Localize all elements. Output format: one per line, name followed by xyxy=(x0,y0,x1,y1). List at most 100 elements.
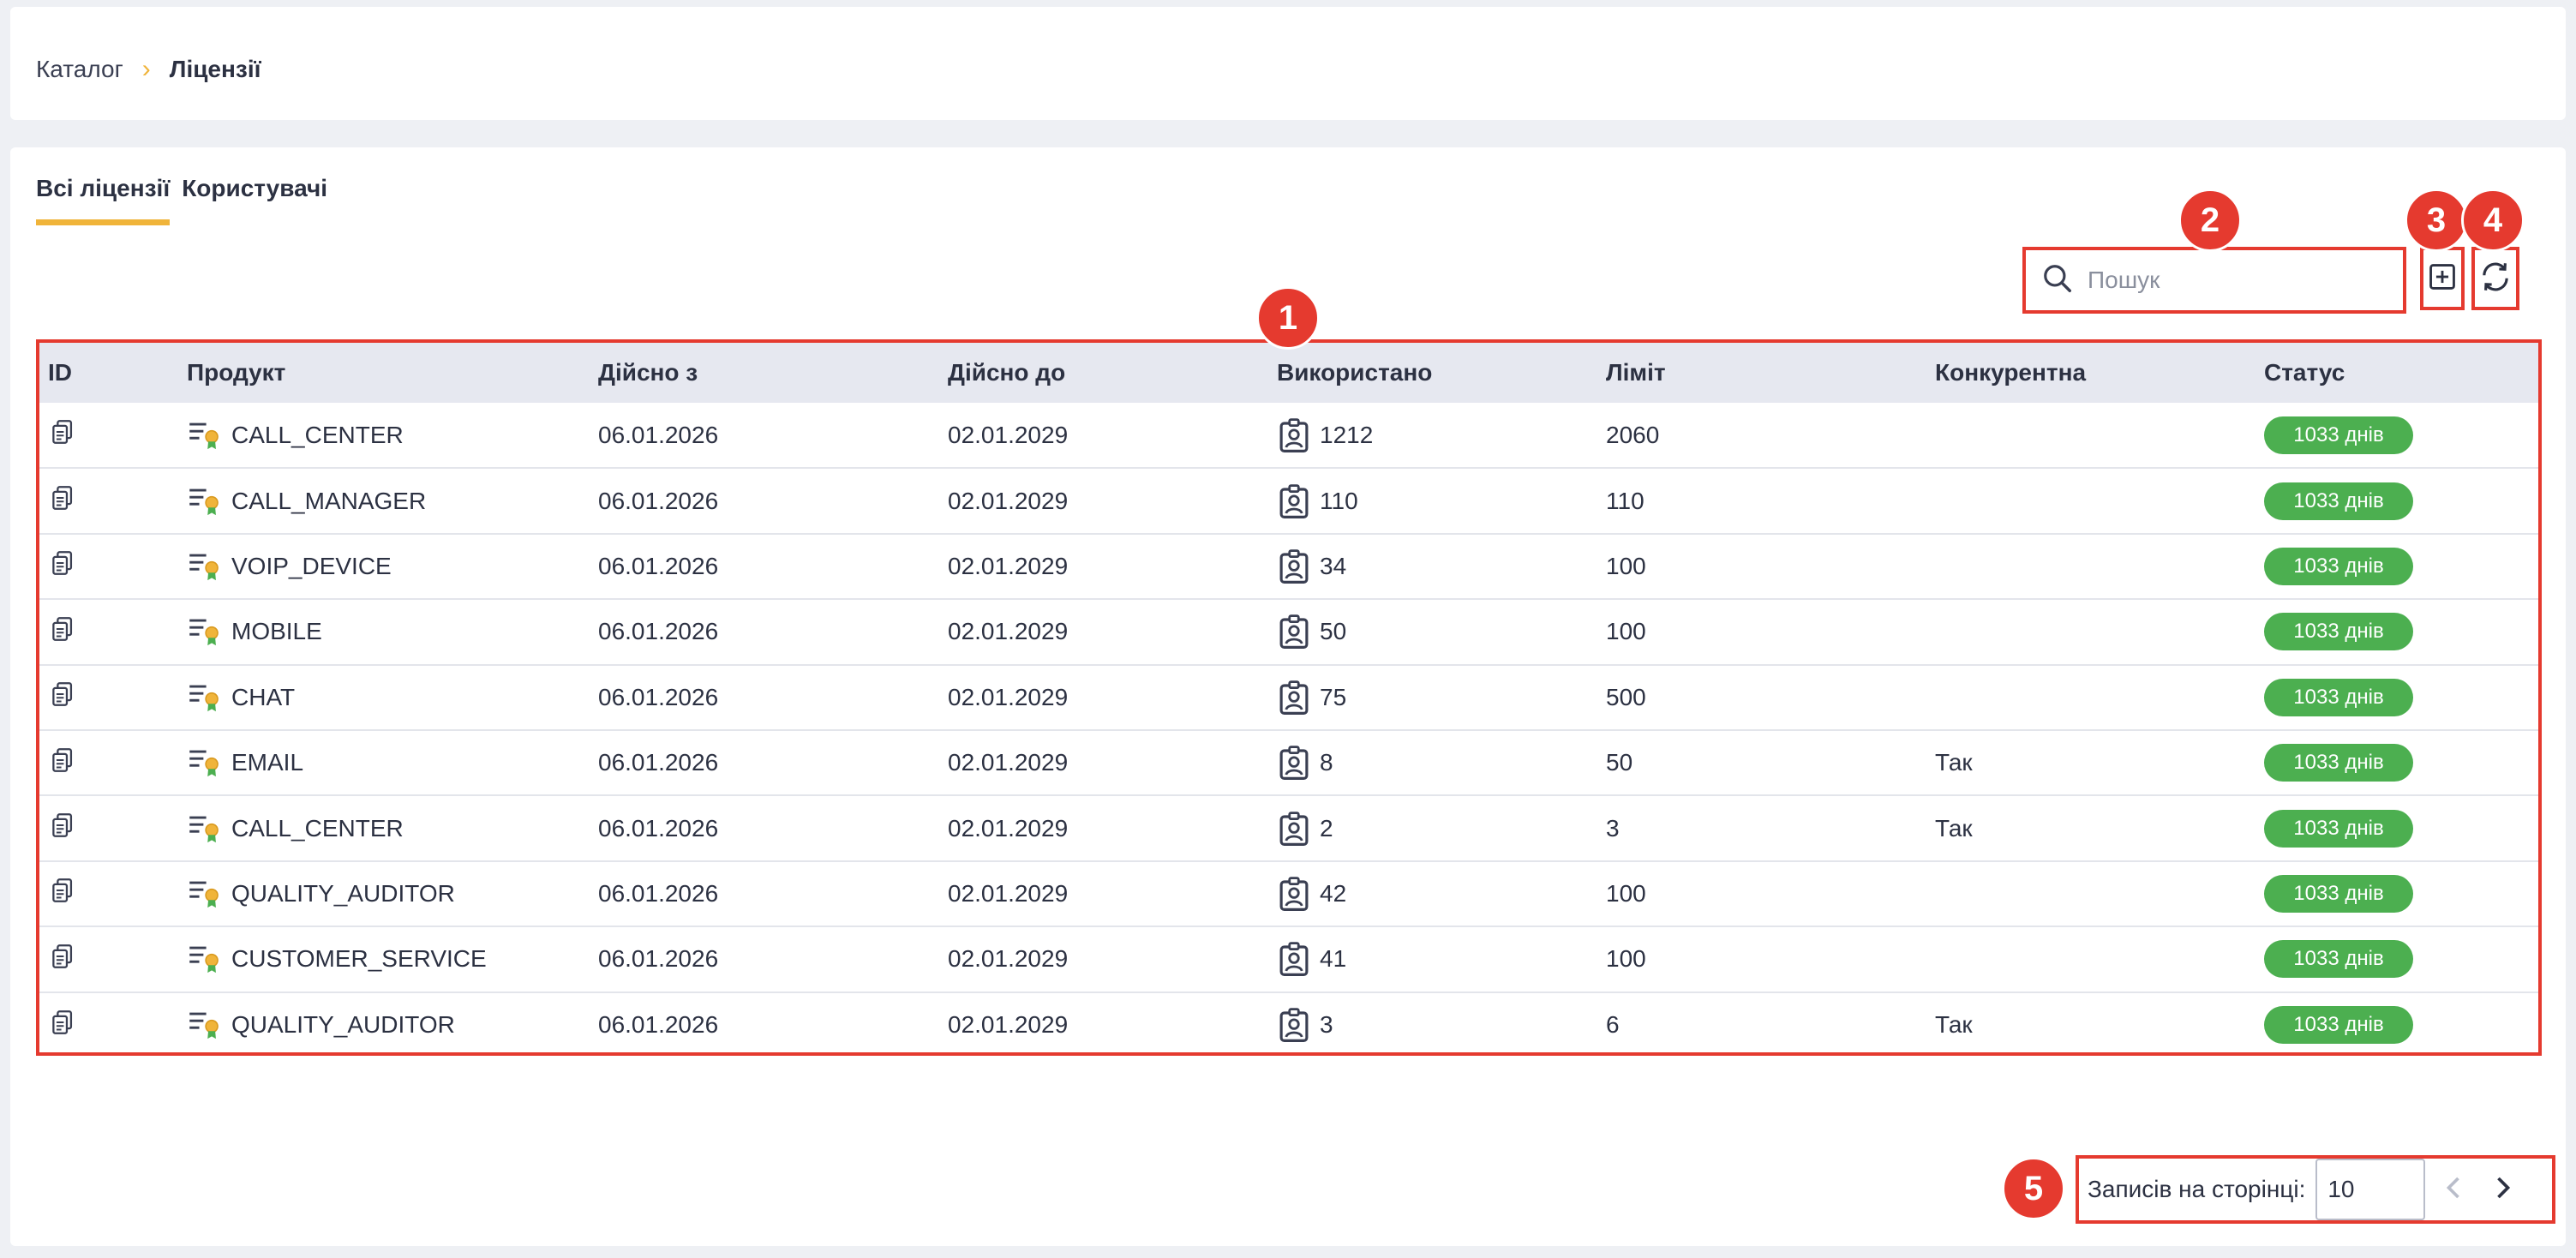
used-count: 8 xyxy=(1320,749,1333,776)
tab-all-licenses[interactable]: Всі ліцензії xyxy=(36,175,171,225)
copy-icon[interactable] xyxy=(48,813,77,845)
column-header-status[interactable]: Статус xyxy=(2255,343,2538,403)
used-cell: 1212 xyxy=(1268,403,1597,470)
id-cell xyxy=(39,795,178,862)
valid-from-cell: 06.01.2026 xyxy=(590,795,939,862)
user-badge-icon[interactable] xyxy=(1277,483,1311,519)
used-count: 34 xyxy=(1320,552,1347,579)
license-product-icon xyxy=(187,812,223,846)
tabs: Всі ліцензії Користувачі xyxy=(36,175,327,225)
table-row[interactable]: CALL_MANAGER 06.01.2026 02.01.2029 110 110 10… xyxy=(39,468,2538,535)
table-header-row: ID Продукт Дійсно з Дійсно до Використан… xyxy=(39,343,2538,403)
table-row[interactable]: QUALITY_AUDITOR 06.01.2026 02.01.2029 3 6 Так… xyxy=(39,992,2538,1052)
license-product-icon xyxy=(187,1008,223,1042)
page-size-input[interactable]: 10 xyxy=(2315,1159,2426,1220)
column-header-concurrent[interactable]: Конкурентна xyxy=(1926,343,2255,403)
status-badge: 1033 днів xyxy=(2264,547,2413,585)
id-cell xyxy=(39,729,178,797)
copy-icon[interactable] xyxy=(48,1009,77,1042)
copy-icon[interactable] xyxy=(48,682,77,714)
column-header-valid-to[interactable]: Дійсно до xyxy=(939,343,1268,403)
valid-from-cell: 06.01.2026 xyxy=(590,468,939,535)
table-row[interactable]: QUALITY_AUDITOR 06.01.2026 02.01.2029 42 100… xyxy=(39,860,2538,928)
concurrent-cell xyxy=(1926,664,2255,731)
user-badge-icon[interactable] xyxy=(1277,548,1311,584)
limit-cell: 2060 xyxy=(1597,403,1926,470)
status-badge: 1033 днів xyxy=(2264,416,2413,454)
used-cell: 3 xyxy=(1268,992,1597,1052)
chevron-right-icon[interactable] xyxy=(2494,1175,2513,1205)
table-row[interactable]: CALL_CENTER 06.01.2026 02.01.2029 1212 2060 1… xyxy=(39,403,2538,470)
used-count: 2 xyxy=(1320,814,1333,842)
table-row[interactable]: CALL_CENTER 06.01.2026 02.01.2029 2 3 Так 1033… xyxy=(39,795,2538,862)
used-count: 1212 xyxy=(1320,421,1374,448)
id-cell xyxy=(39,664,178,731)
user-badge-icon[interactable] xyxy=(1277,614,1311,650)
copy-icon[interactable] xyxy=(48,878,77,910)
valid-from-cell: 06.01.2026 xyxy=(590,533,939,601)
id-cell xyxy=(39,860,178,928)
search-field[interactable] xyxy=(2022,247,2406,314)
status-cell: 1033 днів xyxy=(2255,926,2538,993)
product-name: CHAT xyxy=(231,683,296,710)
user-badge-icon[interactable] xyxy=(1277,876,1311,912)
copy-icon[interactable] xyxy=(48,616,77,649)
status-badge: 1033 днів xyxy=(2264,940,2413,979)
status-badge: 1033 днів xyxy=(2264,1006,2413,1045)
product-name: CUSTOMER_SERVICE xyxy=(231,945,487,973)
search-input[interactable] xyxy=(2088,267,2379,294)
product-cell: CALL_CENTER xyxy=(178,403,590,470)
used-count: 42 xyxy=(1320,879,1347,907)
user-badge-icon[interactable] xyxy=(1277,941,1311,977)
used-cell: 41 xyxy=(1268,926,1597,993)
product-cell: CHAT xyxy=(178,664,590,731)
table-row[interactable]: MOBILE 06.01.2026 02.01.2029 50 100 1033 днів xyxy=(39,599,2538,666)
valid-to-cell: 02.01.2029 xyxy=(939,403,1268,470)
user-badge-icon[interactable] xyxy=(1277,811,1311,847)
concurrent-cell xyxy=(1926,403,2255,470)
status-cell: 1033 днів xyxy=(2255,664,2538,731)
copy-icon[interactable] xyxy=(48,486,77,518)
breadcrumb-catalog-link[interactable]: Каталог xyxy=(36,56,123,83)
column-header-product[interactable]: Продукт xyxy=(178,343,590,403)
license-product-icon xyxy=(187,942,223,976)
breadcrumb-bar: Каталог › Ліцензії xyxy=(10,7,2566,120)
table-row[interactable]: VOIP_DEVICE 06.01.2026 02.01.2029 34 100 1033… xyxy=(39,533,2538,601)
table-row[interactable]: EMAIL 06.01.2026 02.01.2029 8 50 Так 1033 днів xyxy=(39,729,2538,797)
column-header-limit[interactable]: Ліміт xyxy=(1597,343,1926,403)
product-cell: CALL_MANAGER xyxy=(178,468,590,535)
table-row[interactable]: CUSTOMER_SERVICE 06.01.2026 02.01.2029 41 10… xyxy=(39,926,2538,993)
valid-to-cell: 02.01.2029 xyxy=(939,533,1268,601)
valid-from-cell: 06.01.2026 xyxy=(590,664,939,731)
limit-cell: 3 xyxy=(1597,795,1926,862)
user-badge-icon[interactable] xyxy=(1277,417,1311,453)
user-badge-icon[interactable] xyxy=(1277,1007,1311,1043)
licenses-table: ID Продукт Дійсно з Дійсно до Використан… xyxy=(36,339,2542,1056)
add-license-button[interactable] xyxy=(2420,247,2465,310)
copy-icon[interactable] xyxy=(48,551,77,583)
valid-to-cell: 02.01.2029 xyxy=(939,664,1268,731)
concurrent-cell xyxy=(1926,860,2255,928)
column-header-id[interactable]: ID xyxy=(39,343,178,403)
valid-to-cell: 02.01.2029 xyxy=(939,599,1268,666)
user-badge-icon[interactable] xyxy=(1277,680,1311,716)
tab-users[interactable]: Користувачі xyxy=(182,175,327,225)
page-size-label: Записів на сторінці: xyxy=(2088,1176,2306,1202)
refresh-button[interactable] xyxy=(2471,247,2519,310)
copy-icon[interactable] xyxy=(48,747,77,780)
limit-cell: 100 xyxy=(1597,533,1926,601)
user-badge-icon[interactable] xyxy=(1277,745,1311,781)
column-header-valid-from[interactable]: Дійсно з xyxy=(590,343,939,403)
column-header-used[interactable]: Використано xyxy=(1268,343,1597,403)
status-cell: 1033 днів xyxy=(2255,403,2538,470)
license-product-icon xyxy=(187,614,223,649)
annotation-badge-4: 4 xyxy=(2461,189,2525,252)
valid-to-cell: 02.01.2029 xyxy=(939,926,1268,993)
copy-icon[interactable] xyxy=(48,420,77,452)
table-row[interactable]: CHAT 06.01.2026 02.01.2029 75 500 1033 днів xyxy=(39,664,2538,731)
product-name: QUALITY_AUDITOR xyxy=(231,1011,455,1039)
product-name: QUALITY_AUDITOR xyxy=(231,879,455,907)
product-name: EMAIL xyxy=(231,749,304,776)
chevron-left-icon[interactable] xyxy=(2444,1175,2463,1205)
copy-icon[interactable] xyxy=(48,944,77,976)
